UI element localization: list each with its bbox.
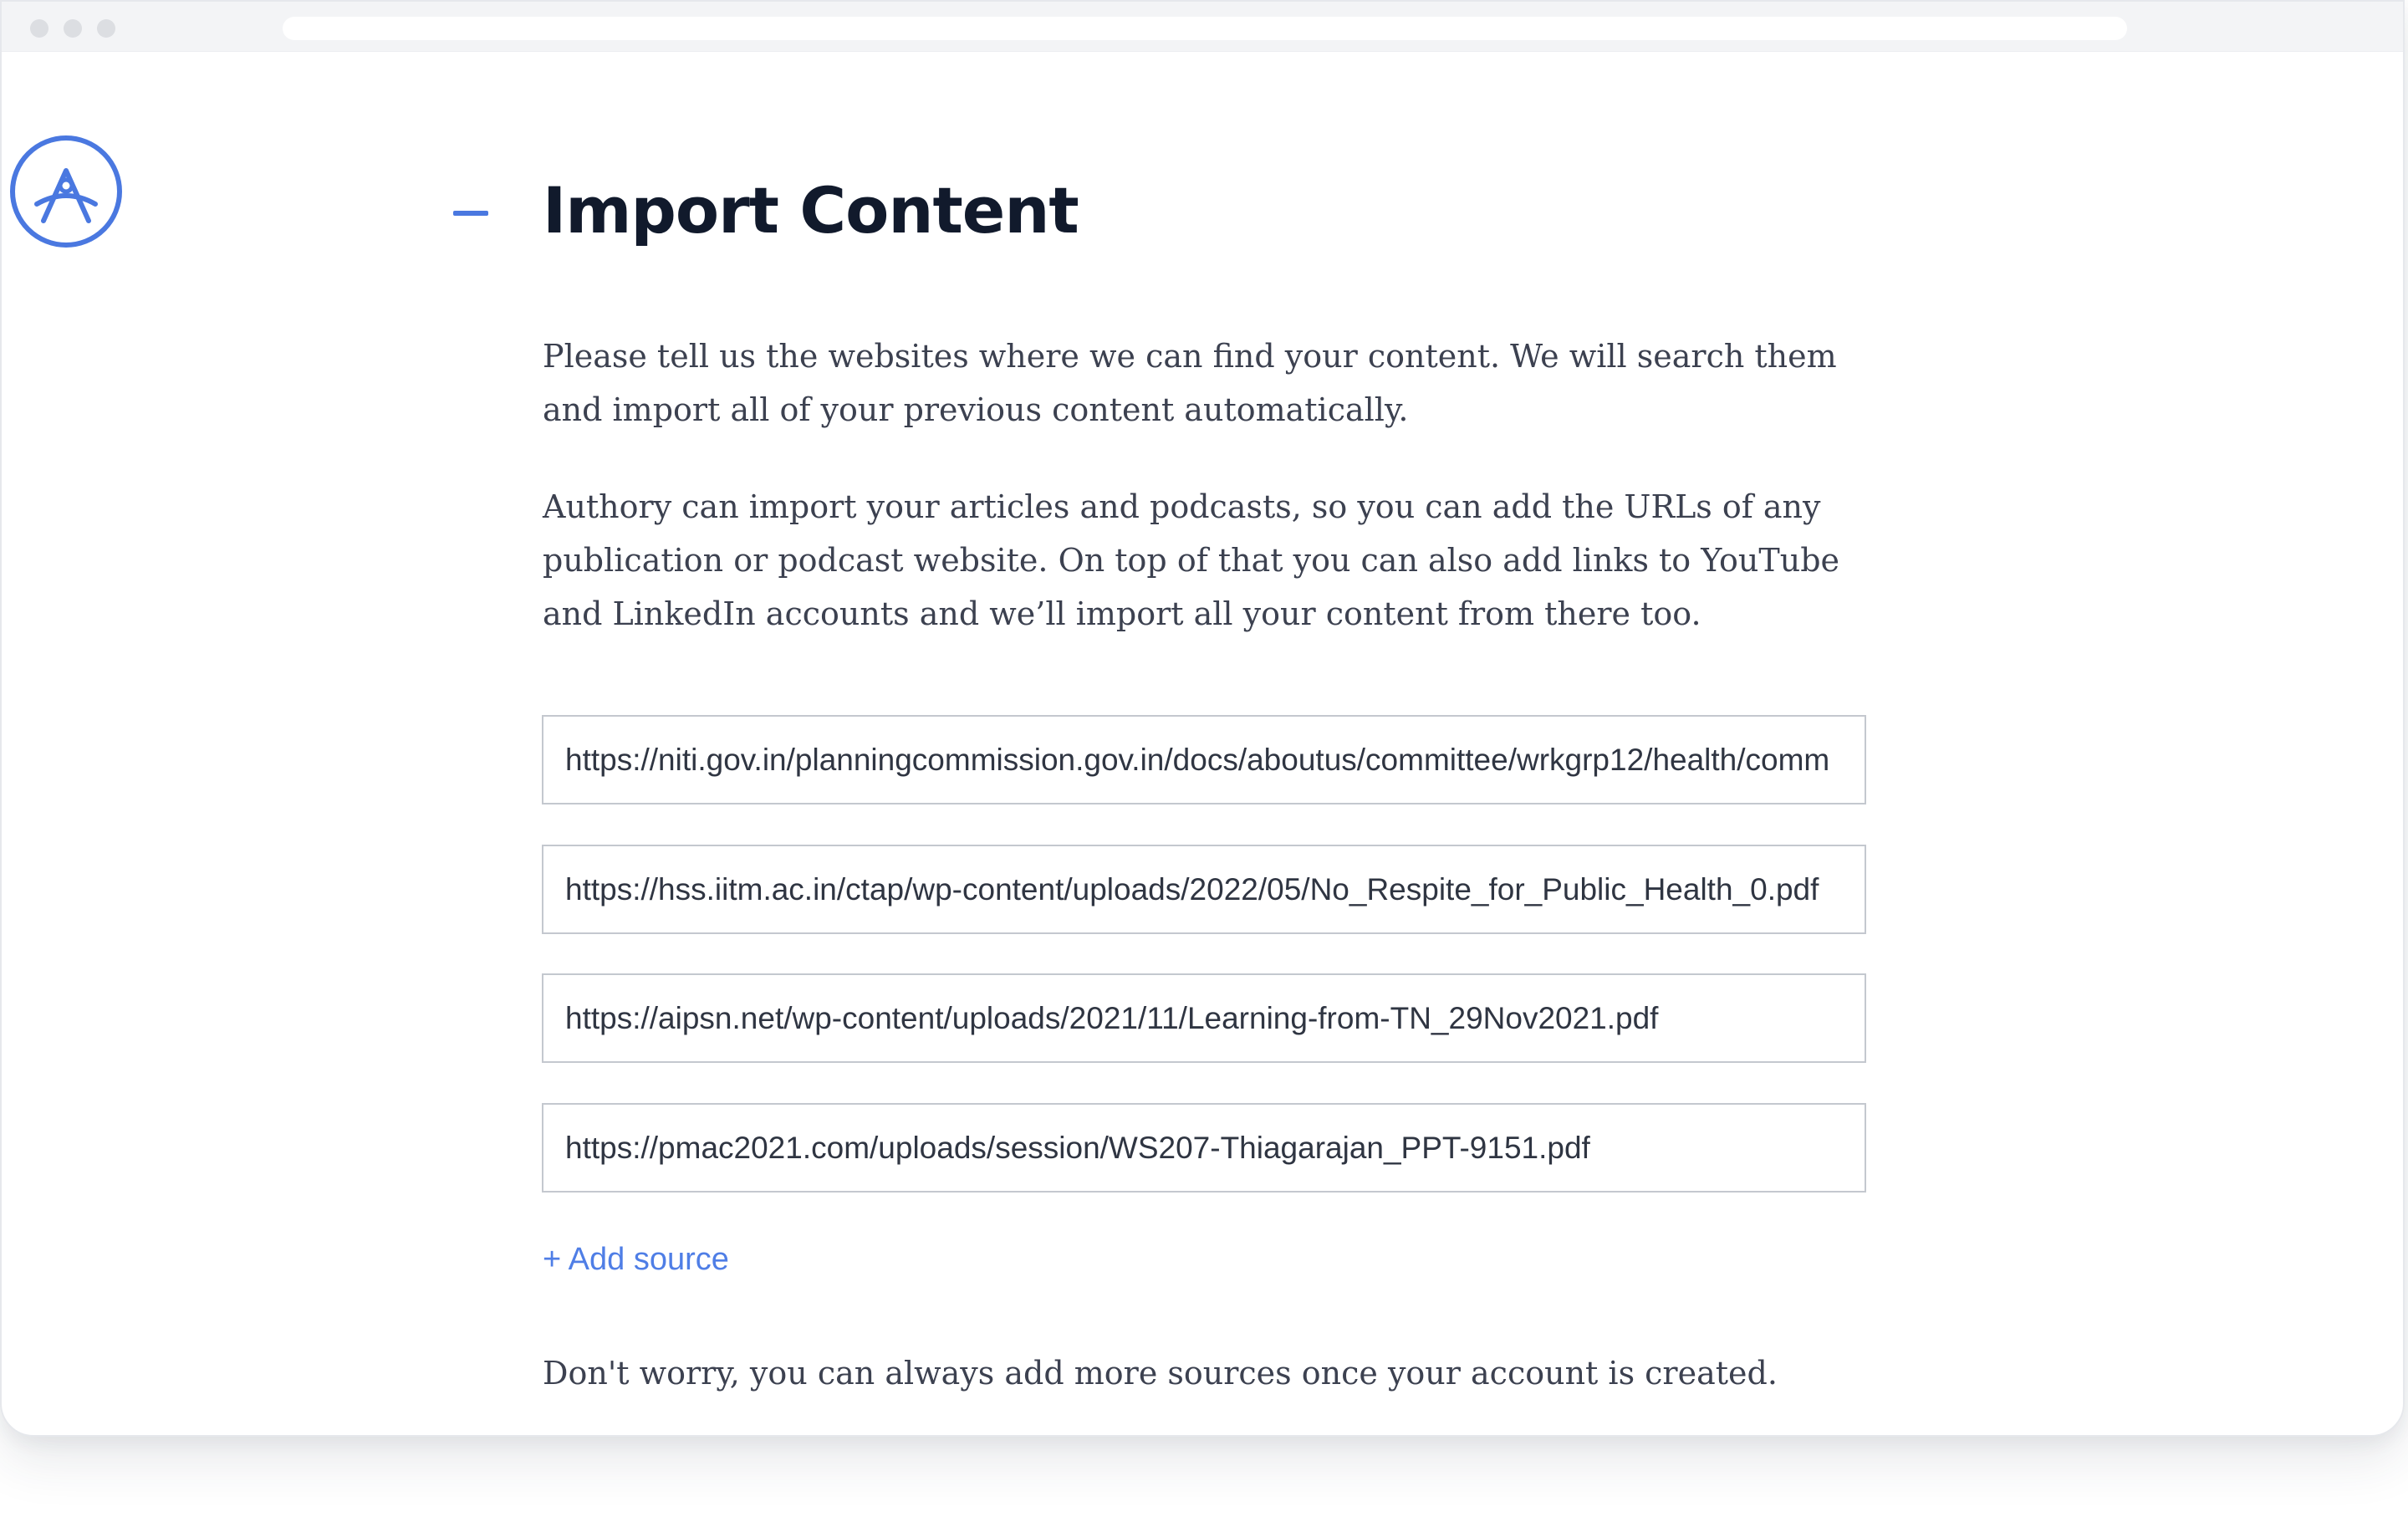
source-url-input-4[interactable] — [542, 1103, 1866, 1193]
collapse-section-minus-icon[interactable] — [453, 201, 488, 226]
source-url-input-1[interactable] — [542, 715, 1866, 804]
page-title: Import Content — [543, 173, 1079, 248]
footnote-text: Don't worry, you can always add more sou… — [543, 1355, 1778, 1392]
details-paragraph: Authory can import your articles and pod… — [543, 488, 1840, 632]
address-bar[interactable] — [283, 17, 2127, 40]
source-url-input-2[interactable] — [542, 845, 1866, 934]
authory-logo-icon[interactable] — [8, 134, 124, 249]
browser-window: Import Content Please tell us the websit… — [0, 0, 2405, 1437]
authory-logo-graphic — [10, 135, 122, 248]
window-titlebar — [2, 2, 2403, 52]
window-minimize-dot[interactable] — [64, 19, 82, 38]
intro-paragraph: Please tell us the websites where we can… — [543, 338, 1837, 428]
minus-icon-bar — [453, 211, 488, 216]
window-maximize-dot[interactable] — [97, 19, 115, 38]
window-close-dot[interactable] — [30, 19, 48, 38]
add-source-link[interactable]: + Add source — [543, 1236, 729, 1283]
source-url-input-3[interactable] — [542, 973, 1866, 1063]
